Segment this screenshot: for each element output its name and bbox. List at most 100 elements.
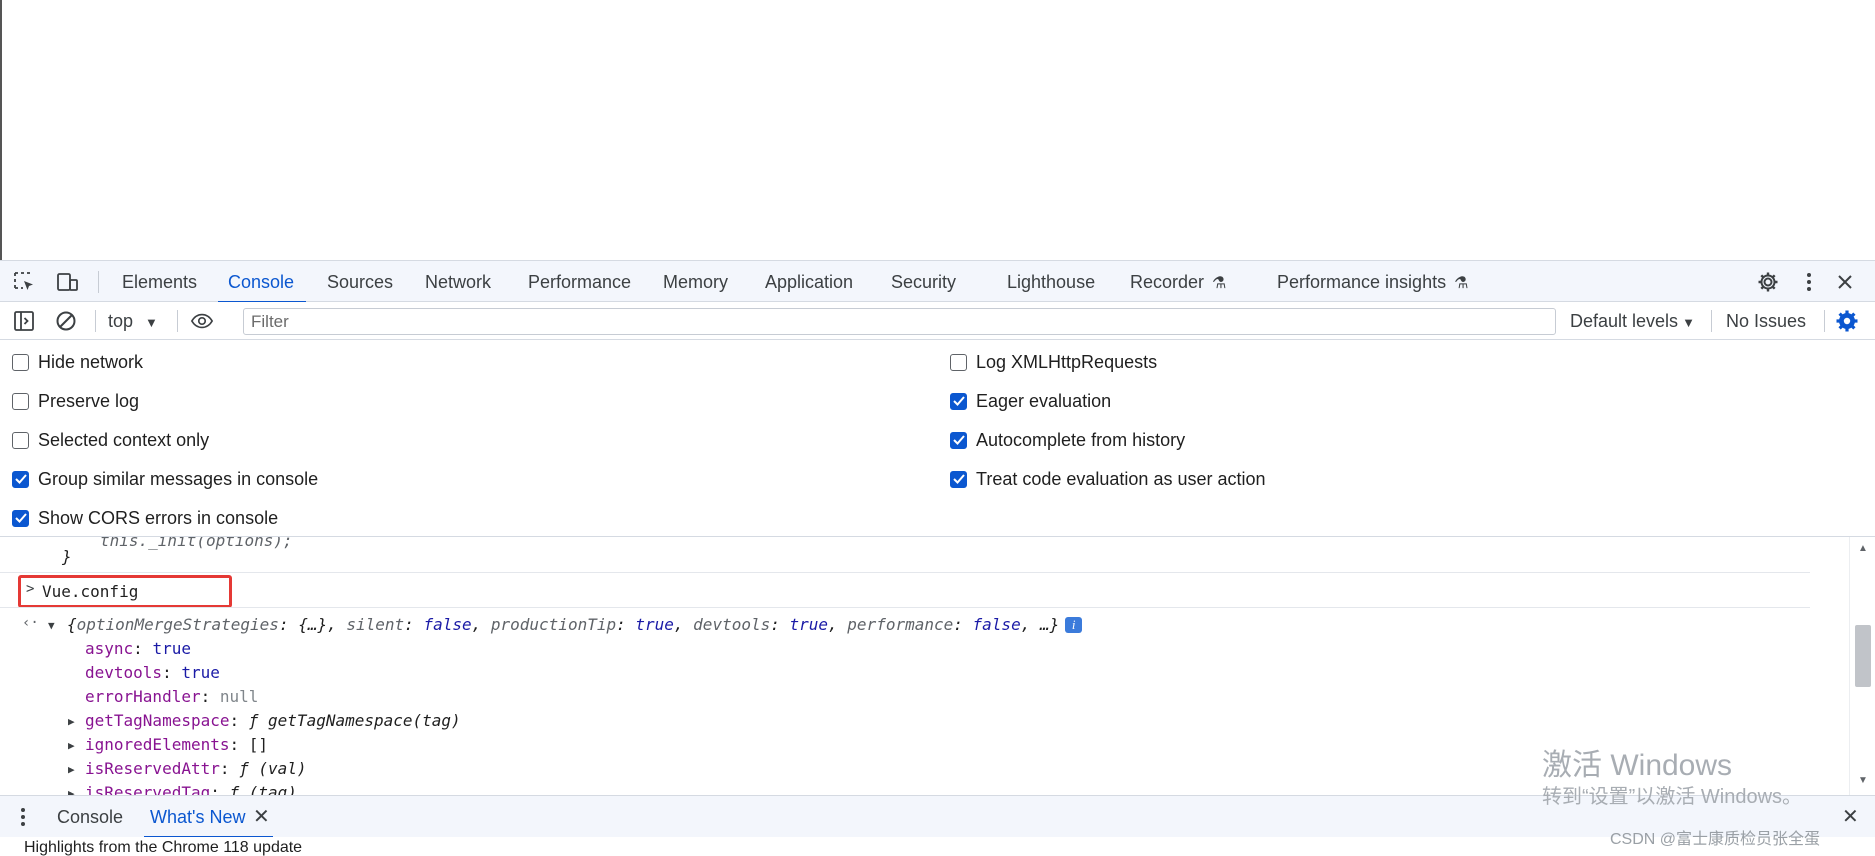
summary-sep: ,: [327, 615, 347, 634]
summary-key: performance: [847, 615, 954, 634]
setting-eager-evaluation[interactable]: Eager evaluation: [950, 389, 1111, 413]
property-key: ignoredElements: [85, 735, 230, 754]
expand-triangle-icon[interactable]: ▶: [68, 715, 75, 728]
property-key: async: [85, 639, 134, 658]
summary-value: false: [972, 615, 1021, 634]
inspect-element-icon[interactable]: [12, 270, 36, 294]
object-summary[interactable]: {optionMergeStrategies: {…}, silent: fal…: [67, 615, 1083, 634]
setting-selected-context-only[interactable]: Selected context only: [12, 428, 209, 452]
setting-label: Treat code evaluation as user action: [976, 468, 1266, 489]
checkbox[interactable]: [12, 353, 29, 371]
tab-sources[interactable]: Sources: [327, 261, 393, 303]
page-viewport: [0, 0, 1875, 260]
checkbox[interactable]: [950, 353, 967, 371]
tab-recorder[interactable]: Recorder ⚗: [1130, 261, 1226, 303]
scroll-down-icon[interactable]: ▼: [1858, 775, 1868, 786]
object-property[interactable]: isReservedAttr: ƒ (val): [85, 759, 307, 778]
checkbox[interactable]: [12, 470, 29, 488]
setting-show-cors-errors[interactable]: Show CORS errors in console: [12, 506, 278, 530]
kebab-menu-icon[interactable]: [1797, 270, 1821, 294]
previous-output-line: this._init(options);: [100, 537, 293, 550]
checkbox[interactable]: [12, 509, 29, 527]
summary-sep: ,: [673, 615, 694, 634]
property-value: []: [248, 735, 269, 754]
expand-triangle-icon[interactable]: ▶: [68, 763, 75, 776]
property-value: ƒ (val): [239, 759, 307, 778]
collapse-triangle-icon[interactable]: ▼: [48, 619, 55, 632]
context-selector[interactable]: top ▼: [108, 302, 158, 340]
close-drawer-icon[interactable]: ✕: [1842, 796, 1859, 838]
checkbox[interactable]: [950, 392, 967, 410]
context-selector-value: top: [108, 311, 134, 331]
setting-label: Preserve log: [38, 390, 140, 411]
summary-value: false: [423, 615, 472, 634]
console-scrollbar[interactable]: ▲ ▼: [1849, 537, 1875, 795]
checkbox[interactable]: [12, 431, 29, 449]
windows-activation-title: 激活 Windows: [1542, 749, 1733, 782]
sidebar-toggle-icon[interactable]: [12, 309, 36, 333]
flask-icon: ⚗: [1454, 275, 1469, 292]
setting-group-similar[interactable]: Group similar messages in console: [12, 467, 318, 491]
info-icon[interactable]: i: [1065, 617, 1083, 633]
window-edge: [0, 0, 2, 260]
scroll-thumb[interactable]: [1855, 625, 1871, 687]
setting-label: Autocomplete from history: [976, 429, 1186, 450]
close-icon[interactable]: [1833, 270, 1857, 294]
eye-icon[interactable]: [190, 309, 214, 333]
tab-application[interactable]: Application: [765, 261, 853, 303]
filter-input[interactable]: [243, 308, 1556, 335]
clear-console-icon[interactable]: [54, 309, 78, 333]
property-value: null: [219, 687, 259, 706]
object-property[interactable]: ignoredElements: []: [85, 735, 268, 754]
console-settings-gear-icon[interactable]: [1835, 309, 1859, 333]
tab-console[interactable]: Console: [217, 261, 307, 304]
property-key: isReservedTag: [85, 783, 211, 795]
tab-memory[interactable]: Memory: [663, 261, 728, 303]
summary-sep: ,: [828, 615, 848, 634]
drawer-tab-console[interactable]: Console: [57, 796, 123, 838]
setting-treat-as-user-action[interactable]: Treat code evaluation as user action: [950, 467, 1266, 491]
setting-log-xhr[interactable]: Log XMLHttpRequests: [950, 350, 1157, 374]
log-levels-label: Default levels: [1570, 311, 1679, 331]
tab-network[interactable]: Network: [425, 261, 491, 303]
tab-lighthouse[interactable]: Lighthouse: [1007, 261, 1095, 303]
object-property[interactable]: isReservedTag: ƒ (tag): [85, 783, 297, 795]
tab-elements[interactable]: Elements: [122, 261, 197, 303]
checkbox[interactable]: [950, 470, 967, 488]
log-levels-dropdown[interactable]: Default levels ▼: [1570, 302, 1695, 340]
expand-triangle-icon[interactable]: ▶: [68, 787, 75, 795]
summary-value: {…}: [298, 615, 328, 634]
summary-value: true: [635, 615, 674, 634]
scroll-up-icon[interactable]: ▲: [1858, 543, 1868, 554]
setting-autocomplete-history[interactable]: Autocomplete from history: [950, 428, 1185, 452]
drawer-menu-icon[interactable]: [20, 807, 26, 832]
setting-hide-network[interactable]: Hide network: [12, 350, 143, 374]
expand-triangle-icon[interactable]: ▶: [68, 739, 75, 752]
tab-security[interactable]: Security: [891, 261, 956, 303]
toolbar-separator: [98, 271, 99, 293]
summary-open: {: [67, 615, 77, 634]
toolbar-separator: [177, 310, 178, 332]
summary-key: productionTip: [490, 615, 617, 634]
row-divider: [0, 607, 1810, 608]
object-property[interactable]: getTagNamespace: ƒ getTagNamespace(tag): [85, 711, 461, 730]
device-toolbar-icon[interactable]: [55, 270, 79, 294]
whats-new-panel: Highlights from the Chrome 118 update: [0, 837, 1875, 856]
gear-icon[interactable]: [1756, 270, 1780, 294]
setting-preserve-log[interactable]: Preserve log: [12, 389, 139, 413]
whats-new-headline: Highlights from the Chrome 118 update: [24, 839, 303, 856]
issues-counter[interactable]: No Issues: [1726, 302, 1806, 340]
checkbox[interactable]: [950, 431, 967, 449]
close-icon[interactable]: ✕: [253, 796, 270, 838]
tab-recorder-label: Recorder: [1130, 272, 1205, 292]
tab-performance-insights[interactable]: Performance insights ⚗: [1277, 261, 1468, 303]
setting-label: Selected context only: [38, 429, 210, 450]
drawer-tab-whats-new[interactable]: What's New: [143, 796, 275, 839]
property-key: devtools: [85, 663, 163, 682]
property-value: ƒ getTagNamespace(tag): [248, 711, 461, 730]
toolbar-separator: [1711, 310, 1712, 332]
tab-performance[interactable]: Performance: [528, 261, 631, 303]
dropdown-arrow-icon: ▼: [1682, 315, 1695, 330]
checkbox[interactable]: [12, 392, 29, 410]
summary-sep: ,: [471, 615, 491, 634]
